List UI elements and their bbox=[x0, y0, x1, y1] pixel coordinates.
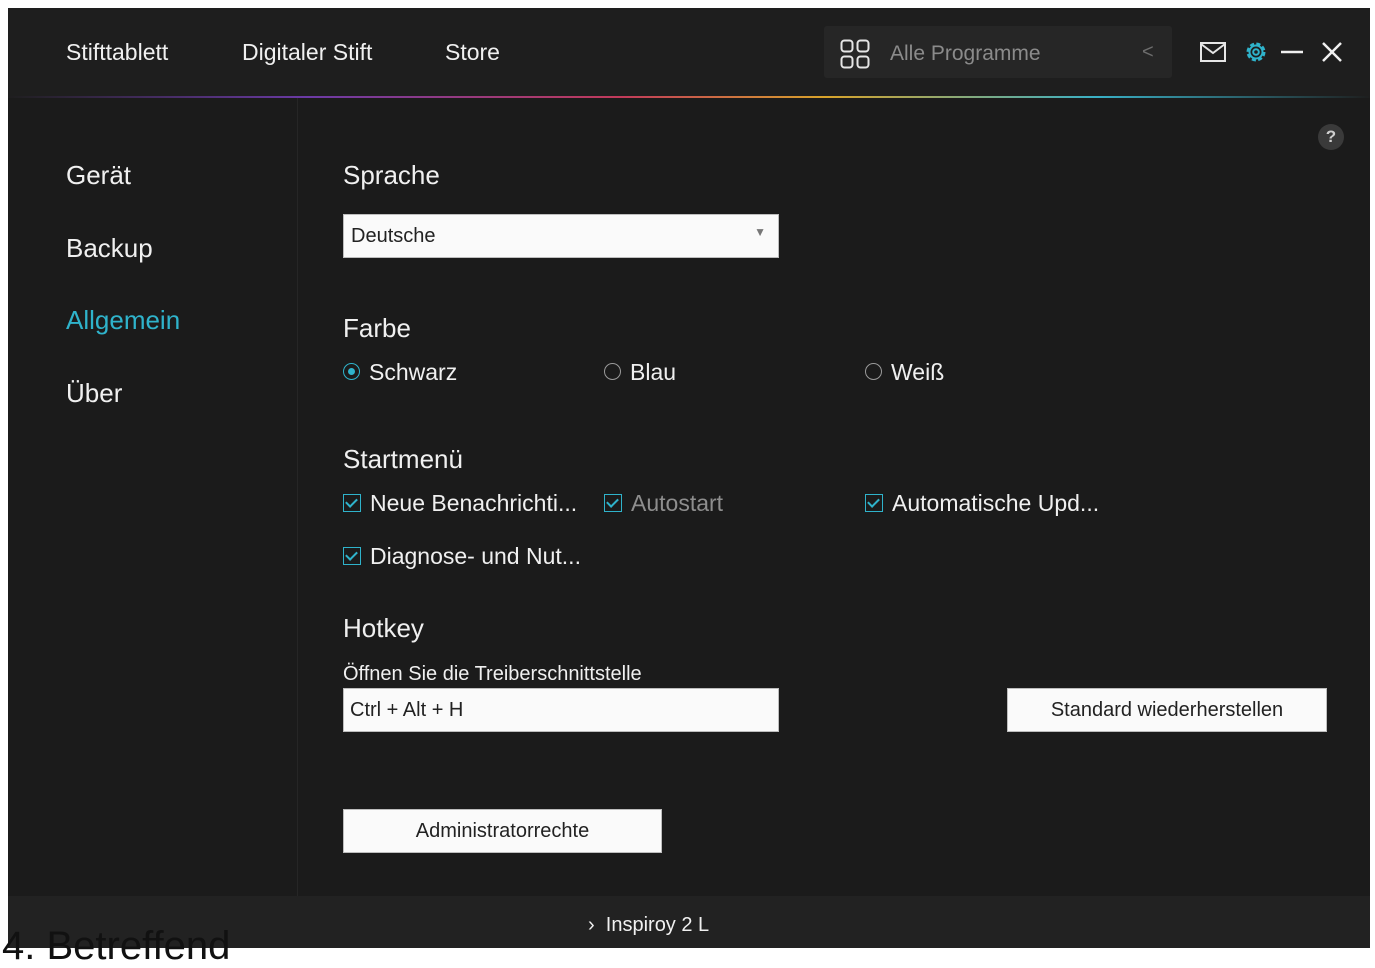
checkbox-label: Diagnose- und Nut... bbox=[370, 543, 581, 569]
color-option-label: Schwarz bbox=[369, 359, 458, 385]
color-title: Farbe bbox=[343, 313, 411, 343]
caret-down-icon: ▼ bbox=[754, 225, 766, 239]
top-bar: Stifttablett Digitaler Stift Store Alle … bbox=[8, 8, 1370, 97]
sidebar-item-backup[interactable]: Backup bbox=[66, 233, 153, 264]
topnav-pen-tablet[interactable]: Stifttablett bbox=[66, 39, 168, 66]
color-option-blue[interactable]: Blau bbox=[604, 359, 676, 386]
checkbox-label: Automatische Upd... bbox=[892, 490, 1100, 516]
gear-icon[interactable] bbox=[1244, 40, 1268, 64]
sidebar-item-general[interactable]: Allgemein bbox=[66, 305, 180, 336]
startmenu-title: Startmenü bbox=[343, 444, 463, 474]
sidebar-item-about[interactable]: Über bbox=[66, 378, 122, 409]
checkbox-label: Autostart bbox=[631, 490, 724, 516]
color-option-white[interactable]: Weiß bbox=[865, 359, 944, 386]
grid-icon bbox=[840, 39, 870, 69]
hotkey-input[interactable] bbox=[344, 689, 778, 731]
device-selector[interactable]: › Inspiroy 2 L bbox=[588, 914, 709, 937]
language-title: Sprache bbox=[343, 160, 440, 190]
minimize-icon[interactable] bbox=[1280, 42, 1304, 62]
checkbox-new-notifications[interactable]: Neue Benachrichti... bbox=[343, 490, 577, 517]
topnav-store[interactable]: Store bbox=[445, 39, 500, 66]
chevron-right-icon: › bbox=[588, 914, 606, 936]
checkbox-autostart[interactable]: Autostart bbox=[604, 490, 723, 517]
checkbox-checked-icon[interactable] bbox=[604, 493, 622, 512]
radio-icon[interactable] bbox=[865, 363, 882, 381]
sidebar: Gerät Backup Allgemein Über bbox=[8, 98, 298, 896]
settings-panel: ? Sprache Deutsche ▼ Farbe Schwarz Blau … bbox=[298, 98, 1370, 896]
checkbox-checked-icon[interactable] bbox=[343, 546, 361, 565]
close-icon[interactable] bbox=[1321, 41, 1343, 63]
document-heading: 4. Betreffend bbox=[2, 924, 231, 968]
device-name: Inspiroy 2 L bbox=[605, 914, 710, 936]
checkbox-checked-icon[interactable] bbox=[343, 493, 361, 512]
color-option-label: Blau bbox=[630, 359, 677, 385]
mail-icon[interactable] bbox=[1200, 42, 1226, 62]
app-window: Stifttablett Digitaler Stift Store Alle … bbox=[8, 8, 1370, 948]
restore-defaults-button[interactable]: Standard wiederherstellen bbox=[1007, 688, 1327, 732]
chevron-left-icon[interactable]: < bbox=[1142, 41, 1154, 64]
program-selector-label: Alle Programme bbox=[890, 42, 1041, 65]
sidebar-item-device[interactable]: Gerät bbox=[66, 160, 131, 191]
admin-rights-button[interactable]: Administratorrechte bbox=[343, 809, 662, 853]
language-select[interactable]: Deutsche ▼ bbox=[343, 214, 779, 258]
language-select-value: Deutsche bbox=[351, 225, 436, 247]
topnav-digital-pen[interactable]: Digitaler Stift bbox=[242, 39, 372, 66]
program-selector[interactable]: Alle Programme < bbox=[824, 26, 1172, 78]
checkbox-checked-icon[interactable] bbox=[865, 493, 883, 512]
help-icon[interactable]: ? bbox=[1318, 124, 1344, 150]
checkbox-diagnostics[interactable]: Diagnose- und Nut... bbox=[343, 543, 581, 570]
color-option-label: Weiß bbox=[891, 359, 945, 385]
hotkey-field[interactable] bbox=[343, 688, 779, 732]
checkbox-auto-update[interactable]: Automatische Upd... bbox=[865, 490, 1099, 517]
radio-checked-icon[interactable] bbox=[343, 363, 360, 381]
color-option-black[interactable]: Schwarz bbox=[343, 359, 457, 386]
hotkey-sublabel: Öffnen Sie die Treiberschnittstelle bbox=[343, 663, 642, 685]
checkbox-label: Neue Benachrichti... bbox=[370, 490, 578, 516]
radio-icon[interactable] bbox=[604, 363, 621, 381]
hotkey-title: Hotkey bbox=[343, 613, 424, 643]
